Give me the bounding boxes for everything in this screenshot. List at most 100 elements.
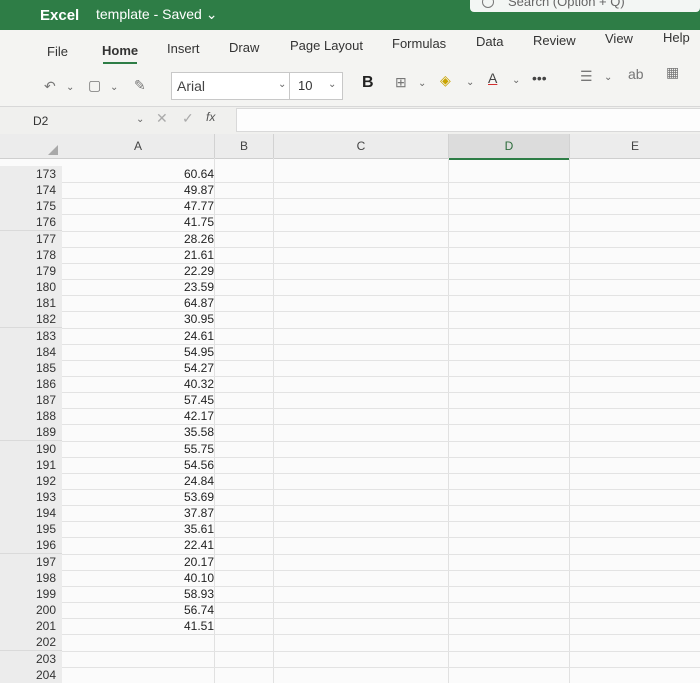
table-cell[interactable]: 64.87 (64, 295, 216, 311)
format-painter-icon[interactable]: ✎ (134, 77, 146, 94)
wrap-text-icon[interactable]: ab (628, 66, 644, 82)
table-cell[interactable] (64, 634, 216, 650)
row-header[interactable]: 177 (0, 230, 62, 248)
column-header-c[interactable]: C (274, 134, 449, 159)
confirm-icon[interactable]: ✓ (182, 110, 194, 127)
more-options-icon[interactable]: ••• (532, 70, 547, 86)
row-header[interactable]: 174 (0, 182, 62, 200)
row-header[interactable]: 173 (0, 166, 62, 183)
row-header[interactable]: 178 (0, 246, 62, 264)
chevron-down-icon[interactable]: ⌄ (604, 72, 612, 83)
table-cell[interactable]: 56.74 (64, 602, 216, 618)
tab-review[interactable]: Review (533, 33, 576, 48)
table-cell[interactable]: 41.75 (64, 214, 216, 230)
table-cell[interactable]: 22.29 (64, 263, 216, 279)
row-header[interactable]: 181 (0, 295, 62, 313)
tab-formulas[interactable]: Formulas (392, 36, 446, 51)
chevron-down-icon[interactable]: ⌄ (110, 82, 118, 93)
row-header[interactable]: 190 (0, 440, 62, 458)
table-cell[interactable] (64, 651, 216, 667)
table-cell[interactable]: 30.95 (64, 311, 216, 327)
row-header[interactable]: 203 (0, 650, 62, 668)
font-name-select[interactable]: Arial (171, 72, 295, 100)
row-header[interactable]: 201 (0, 618, 62, 636)
row-header[interactable]: 202 (0, 634, 62, 652)
table-cell[interactable]: 55.75 (64, 441, 216, 457)
table-cell[interactable]: 54.95 (64, 344, 216, 360)
row-header[interactable]: 175 (0, 198, 62, 216)
chevron-down-icon[interactable]: ⌄ (418, 78, 426, 89)
row-header[interactable]: 204 (0, 666, 62, 683)
row-header[interactable]: 197 (0, 553, 62, 571)
select-all-button[interactable] (0, 134, 62, 159)
row-header[interactable]: 191 (0, 456, 62, 474)
spreadsheet-grid[interactable]: A B C D E 173 60.64 174 49.87 175 47.77 176 41.… (0, 134, 700, 683)
table-cell[interactable]: 49.87 (64, 182, 216, 198)
table-cell[interactable]: 41.51 (64, 618, 216, 634)
row-header[interactable]: 199 (0, 585, 62, 603)
table-cell[interactable]: 42.17 (64, 408, 216, 424)
tab-draw[interactable]: Draw (229, 40, 259, 55)
row-header[interactable]: 186 (0, 375, 62, 393)
table-cell[interactable]: 28.26 (64, 231, 216, 247)
row-header[interactable]: 189 (0, 424, 62, 442)
chevron-down-icon[interactable]: ⌄ (466, 77, 474, 88)
tab-insert[interactable]: Insert (167, 41, 200, 56)
table-cell[interactable]: 53.69 (64, 489, 216, 505)
paste-icon[interactable]: ▢ (88, 77, 101, 94)
row-header[interactable]: 184 (0, 343, 62, 361)
chevron-down-icon[interactable]: ⌄ (512, 75, 520, 86)
tab-file[interactable]: File (47, 44, 68, 59)
row-header[interactable]: 188 (0, 408, 62, 426)
table-cell[interactable]: 21.61 (64, 247, 216, 263)
table-cell[interactable]: 54.56 (64, 457, 216, 473)
table-cell[interactable]: 40.32 (64, 376, 216, 392)
tab-help[interactable]: Help (663, 30, 690, 45)
table-cell[interactable]: 54.27 (64, 360, 216, 376)
merge-icon[interactable]: ▦ (666, 64, 679, 81)
font-color-button[interactable]: A (488, 70, 497, 86)
column-header-e[interactable]: E (570, 134, 700, 159)
table-cell[interactable]: 35.58 (64, 424, 216, 440)
row-header[interactable]: 179 (0, 262, 62, 280)
table-cell[interactable]: 60.64 (64, 166, 216, 182)
row-header[interactable]: 183 (0, 327, 62, 345)
column-header-a[interactable]: A (62, 134, 215, 159)
cancel-icon[interactable]: ✕ (156, 110, 168, 127)
tab-page-layout[interactable]: Page Layout (290, 38, 363, 53)
table-cell[interactable]: 57.45 (64, 392, 216, 408)
tab-home[interactable]: Home (102, 43, 138, 58)
insert-function-button[interactable]: fx (206, 110, 215, 124)
row-header[interactable]: 194 (0, 505, 62, 523)
table-cell[interactable]: 47.77 (64, 198, 216, 214)
table-cell[interactable]: 35.61 (64, 521, 216, 537)
row-header[interactable]: 182 (0, 311, 62, 329)
tab-view[interactable]: View (605, 31, 633, 46)
chevron-down-icon[interactable]: ⌄ (66, 82, 74, 93)
search-box[interactable]: Search (Option + Q) (470, 0, 700, 12)
row-header[interactable]: 176 (0, 214, 62, 232)
row-header[interactable]: 192 (0, 472, 62, 490)
formula-input[interactable] (236, 108, 700, 132)
font-size-select[interactable]: ⌄ 10 ⌄ (278, 72, 343, 100)
tab-data[interactable]: Data (476, 34, 503, 49)
table-cell[interactable]: 40.10 (64, 570, 216, 586)
column-header-b[interactable]: B (215, 134, 274, 159)
bold-button[interactable]: B (362, 74, 374, 92)
borders-icon[interactable]: ⊞ (395, 74, 407, 91)
row-header[interactable]: 185 (0, 359, 62, 377)
align-icon[interactable]: ☰ (580, 68, 593, 85)
row-header[interactable]: 198 (0, 569, 62, 587)
row-header[interactable]: 180 (0, 279, 62, 297)
table-cell[interactable]: 23.59 (64, 279, 216, 295)
table-cell[interactable] (64, 667, 216, 683)
table-cell[interactable]: 58.93 (64, 586, 216, 602)
table-cell[interactable]: 24.61 (64, 328, 216, 344)
document-title[interactable]: template - Saved ⌄ (96, 6, 217, 23)
name-box[interactable]: D2 ⌄ (28, 110, 146, 130)
table-cell[interactable]: 20.17 (64, 554, 216, 570)
app-name[interactable]: Excel (40, 7, 79, 24)
fill-color-icon[interactable]: ◈ (440, 72, 451, 89)
row-header[interactable]: 200 (0, 602, 62, 620)
row-header[interactable]: 195 (0, 521, 62, 539)
